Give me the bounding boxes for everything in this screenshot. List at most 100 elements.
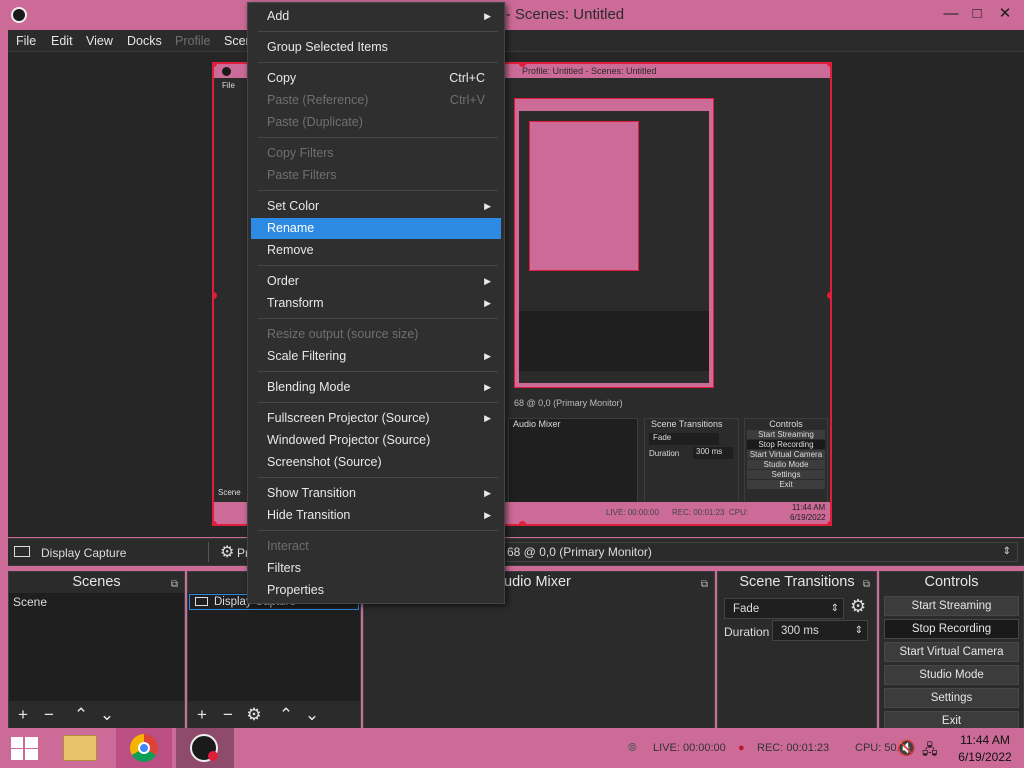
inner-settings: Settings	[747, 470, 825, 479]
menu-file[interactable]: File	[16, 34, 36, 48]
scene-item[interactable]: Scene	[9, 593, 184, 611]
inner-obs-icon	[222, 67, 231, 76]
menu-item-show-transition[interactable]: Show Transition ▶	[251, 483, 501, 504]
inner-transitions-title: Scene Transitions	[651, 419, 723, 429]
resize-handle-b[interactable]	[519, 521, 526, 524]
move-up-icon[interactable]: ⌃	[71, 705, 91, 725]
menu-item-resize-output[interactable]: Resize output (source size)	[251, 324, 501, 345]
remove-icon[interactable]: −	[39, 705, 59, 725]
menu-item-scale-filtering[interactable]: Scale Filtering ▶	[251, 346, 501, 367]
menu-item-order[interactable]: Order ▶	[251, 271, 501, 292]
rec-dot-icon: ●	[738, 742, 745, 754]
menu-separator	[258, 477, 498, 478]
menu-item-paste-reference[interactable]: Paste (Reference) Ctrl+V	[251, 90, 501, 111]
submenu-arrow-icon: ▶	[484, 351, 491, 361]
menu-separator	[258, 318, 498, 319]
clock-time[interactable]: 11:44 AM	[950, 733, 1020, 747]
scenes-list[interactable]: Scene	[9, 593, 184, 701]
window-title: Profile: Untitled - Scenes: Untitled	[399, 6, 625, 23]
menu-item-remove[interactable]: Remove	[251, 240, 501, 261]
menu-item-set-color[interactable]: Set Color ▶	[251, 196, 501, 217]
menu-item-paste-duplicate[interactable]: Paste (Duplicate)	[251, 112, 501, 133]
inner-stop-recording: Stop Recording	[747, 440, 825, 449]
move-down-icon[interactable]: ⌄	[302, 705, 322, 725]
network-icon[interactable]: 🖧	[922, 739, 938, 763]
properties-gear-icon[interactable]: ⚙	[220, 542, 234, 562]
menu-item-screenshot[interactable]: Screenshot (Source)	[251, 452, 501, 473]
menu-item-copy[interactable]: Copy Ctrl+C	[251, 68, 501, 89]
menu-docks[interactable]: Docks	[127, 34, 162, 48]
obs-taskbar-button[interactable]	[176, 728, 234, 768]
settings-button[interactable]: Settings	[884, 688, 1019, 708]
menu-item-rename[interactable]: Rename	[251, 218, 501, 239]
maximize-button[interactable]: □	[966, 4, 988, 24]
menu-bar: File Edit View Docks Profile Scer	[8, 30, 1024, 52]
start-streaming-button[interactable]: Start Streaming	[884, 596, 1019, 616]
menu-item-filters[interactable]: Filters	[251, 558, 501, 579]
menu-separator	[258, 62, 498, 63]
source-name: Display Capture	[41, 546, 127, 560]
menu-item-properties[interactable]: Properties	[251, 580, 501, 601]
move-up-icon[interactable]: ⌃	[276, 705, 296, 725]
resize-handle-bl[interactable]	[214, 521, 217, 524]
resize-handle-r[interactable]	[827, 292, 830, 299]
menu-scene-collection[interactable]: Scer	[224, 34, 250, 48]
menu-view[interactable]: View	[86, 34, 113, 48]
menu-item-group-selected[interactable]: Group Selected Items	[251, 37, 501, 58]
duration-label: Duration	[724, 625, 770, 639]
nested-window	[519, 111, 709, 383]
submenu-arrow-icon: ▶	[484, 382, 491, 392]
inner-controls-title: Controls	[769, 419, 803, 429]
menu-item-interact[interactable]: Interact	[251, 536, 501, 557]
remove-icon[interactable]: −	[218, 705, 238, 725]
inner-title: Profile: Untitled - Scenes: Untitled	[522, 66, 657, 76]
cpu-status: CPU: 50.	[855, 742, 900, 754]
transition-gear-icon[interactable]: ⚙	[850, 596, 866, 617]
spin-arrows-icon[interactable]: ⇕	[855, 621, 863, 641]
clock-date[interactable]: 6/19/2022	[950, 750, 1020, 764]
close-button[interactable]: ✕	[994, 4, 1016, 24]
menu-item-windowed-projector[interactable]: Windowed Projector (Source)	[251, 430, 501, 451]
undock-icon[interactable]: ⧉	[701, 574, 708, 595]
menu-separator	[258, 137, 498, 138]
transition-select[interactable]: Fade ⇕	[724, 598, 844, 619]
monitor-select[interactable]: 68 @ 0,0 (Primary Monitor) ⇕	[488, 542, 1018, 562]
stop-recording-button[interactable]: Stop Recording	[884, 619, 1019, 639]
studio-mode-button[interactable]: Studio Mode	[884, 665, 1019, 685]
add-icon[interactable]: +	[192, 705, 212, 725]
menu-profile[interactable]: Profile	[175, 34, 210, 48]
sources-list[interactable]: Display Capture	[188, 593, 360, 701]
menu-separator	[258, 31, 498, 32]
menu-item-copy-filters[interactable]: Copy Filters	[251, 143, 501, 164]
submenu-arrow-icon: ▶	[484, 276, 491, 286]
resize-handle-br[interactable]	[827, 521, 830, 524]
menu-separator	[258, 530, 498, 531]
live-status: LIVE: 00:00:00	[653, 742, 726, 754]
menu-edit[interactable]: Edit	[51, 34, 73, 48]
inner-date: 6/19/2022	[790, 513, 826, 522]
resize-handle-tr[interactable]	[827, 64, 830, 67]
chevron-updown-icon: ⇕	[830, 603, 839, 614]
menu-item-transform[interactable]: Transform ▶	[251, 293, 501, 314]
duration-spinbox[interactable]: 300 ms ⇕	[772, 620, 868, 641]
menu-item-hide-transition[interactable]: Hide Transition ▶	[251, 505, 501, 526]
file-explorer-icon[interactable]	[63, 735, 97, 761]
scenes-title: Scenes ⧉	[9, 572, 184, 593]
gear-icon[interactable]: ⚙	[244, 705, 264, 725]
move-down-icon[interactable]: ⌄	[97, 705, 117, 725]
menu-item-paste-filters[interactable]: Paste Filters	[251, 165, 501, 186]
undock-icon[interactable]: ⧉	[171, 574, 178, 595]
menu-item-fullscreen-projector[interactable]: Fullscreen Projector (Source) ▶	[251, 408, 501, 429]
undock-icon[interactable]: ⧉	[863, 574, 870, 595]
minimize-button[interactable]: —	[940, 4, 962, 24]
duration-value: 300 ms	[781, 625, 819, 637]
transition-value: Fade	[733, 603, 760, 615]
menu-item-blending-mode[interactable]: Blending Mode ▶	[251, 377, 501, 398]
windows-start-icon[interactable]	[11, 737, 38, 760]
start-virtual-camera-button[interactable]: Start Virtual Camera	[884, 642, 1019, 662]
menu-item-add[interactable]: Add ▶	[251, 6, 501, 27]
volume-muted-icon[interactable]: 🔇	[897, 739, 916, 757]
chrome-taskbar-button[interactable]	[116, 728, 172, 768]
add-icon[interactable]: +	[13, 705, 33, 725]
monitor-icon	[14, 546, 30, 557]
